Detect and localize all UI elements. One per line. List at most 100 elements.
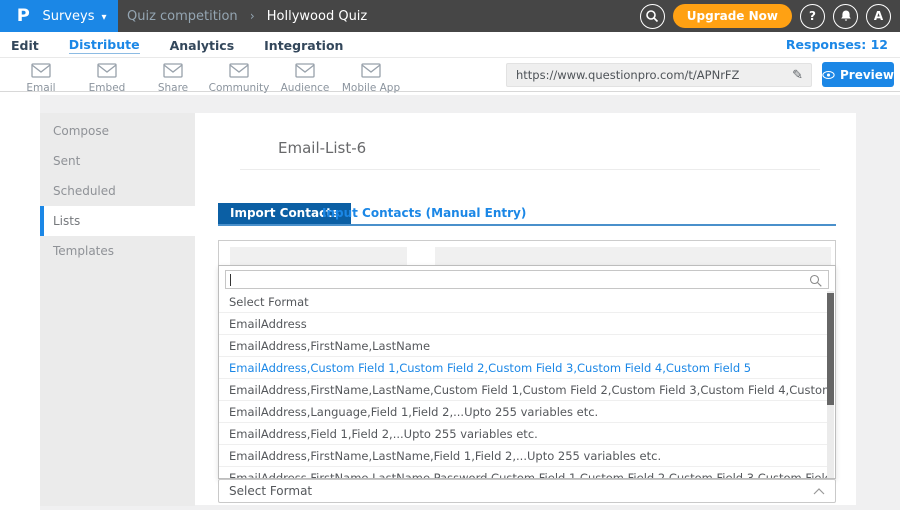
nav-tab[interactable]: Distribute [69,37,140,54]
format-option-label: EmailAddress [229,317,307,331]
nav-tab[interactable]: Integration [264,38,343,53]
format-option-label: EmailAddress,Language,Field 1,Field 2,..… [229,405,598,419]
channel-button[interactable]: Audience [272,58,338,94]
channel-label: Embed [89,82,126,94]
channel-button[interactable]: Community [206,58,272,94]
help-button[interactable]: ? [800,4,825,29]
format-option[interactable]: EmailAddress,FirstName,LastName,Custom F… [219,379,829,401]
topbar-actions: Upgrade Now ? A [640,0,891,32]
channel-icon [228,62,250,81]
search-button[interactable] [640,4,665,29]
scrollbar-thumb[interactable] [827,293,834,405]
format-option[interactable]: EmailAddress,FirstName,LastName [219,335,829,357]
breadcrumb: Quiz competition › Hollywood Quiz [127,0,367,32]
channel-label: Community [209,82,270,94]
page-title: Email-List-6 [278,139,366,157]
questionpro-logo-icon: P [17,6,30,26]
channel-icon [30,62,52,81]
nav-tab[interactable]: Edit [11,38,39,53]
sidebar-item[interactable]: Scheduled [40,176,195,206]
bell-icon [839,9,853,23]
sidebar-item[interactable]: Templates [40,236,195,266]
channel-button[interactable]: Share [140,58,206,94]
format-option-label: EmailAddress,Field 1,Field 2,...Upto 255… [229,427,538,441]
format-option[interactable]: EmailAddress,Custom Field 1,Custom Field… [219,357,829,379]
responses-count[interactable]: Responses: 12 [786,32,888,58]
dropdown-search-input[interactable] [225,270,829,289]
channel-label: Share [158,82,188,94]
breadcrumb-folder[interactable]: Quiz competition [127,9,238,24]
format-select-value: Select Format [219,484,813,498]
email-sidebar: Compose Sent Scheduled Lists Templates [40,113,195,506]
format-select[interactable]: Select Format [218,479,836,503]
nav-tab-label: Integration [264,38,343,53]
product-label: Surveys [42,9,94,24]
contacts-tabs: Import Contacts Input Contacts (Manual E… [218,203,836,224]
format-option[interactable]: EmailAddress,Field 1,Field 2,...Upto 255… [219,423,829,445]
eye-icon [822,70,835,80]
preview-button[interactable]: Preview [822,62,894,87]
channel-label: Audience [281,82,330,94]
sidebar-item[interactable]: Compose [40,116,195,146]
notifications-button[interactable] [833,4,858,29]
contacts-tab[interactable]: Input Contacts (Manual Entry) [322,203,526,224]
channel-icon [294,62,316,81]
format-option-label: EmailAddress,FirstName,LastName [229,339,430,353]
format-option[interactable]: EmailAddress,FirstName,LastName,Field 1,… [219,445,829,467]
distribute-toolbar: Email Embed Share [0,58,900,92]
sidebar-item-label: Lists [53,214,80,228]
search-icon [644,8,660,24]
channel-icon [360,62,382,81]
contacts-table [218,240,836,266]
channel-button[interactable]: Mobile App [338,58,404,94]
chevron-down-icon: ▾ [101,12,106,23]
channel-icon [162,62,184,81]
survey-url-value: https://www.questionpro.com/t/APNrFZ [507,68,784,82]
edit-pencil-icon[interactable]: ✎ [784,68,811,83]
chevron-up-icon [813,488,825,495]
sidebar-item-label: Templates [53,244,114,258]
format-option-label: Select Format [229,295,309,309]
channel-label: Mobile App [342,82,400,94]
upgrade-now-button[interactable]: Upgrade Now [673,4,792,28]
format-option[interactable]: Select Format [219,291,829,313]
format-option-label: EmailAddress,FirstName,LastName,Field 1,… [229,449,661,463]
table-header-cell [435,247,831,267]
sidebar-item[interactable]: Lists [40,206,195,236]
question-mark-icon: ? [809,9,816,23]
format-option[interactable]: EmailAddress,Language,Field 1,Field 2,..… [219,401,829,423]
channel-button[interactable]: Email [8,58,74,94]
nav-tab-label: Distribute [69,37,140,52]
nav-tab-label: Analytics [170,38,235,53]
sidebar-item-label: Scheduled [53,184,116,198]
format-option[interactable]: EmailAddress [219,313,829,335]
search-icon [809,274,823,288]
avatar[interactable]: A [866,4,891,29]
format-options-list: Select Format EmailAddress EmailAddress,… [219,291,829,479]
survey-nav: Edit Distribute Analytics Integration Re… [0,32,900,58]
avatar-initial: A [874,9,883,23]
title-divider [240,169,820,170]
sidebar-item[interactable]: Sent [40,146,195,176]
format-option-label: EmailAddress,FirstName,LastName,Custom F… [229,383,829,397]
top-bar: P Surveys ▾ Quiz competition › Hollywood… [0,0,900,32]
format-option[interactable]: EmailAddress,FirstName,LastName,Password… [219,467,829,479]
format-option-label: EmailAddress,FirstName,LastName,Password… [229,471,829,479]
nav-items: Edit Distribute Analytics Integration [11,32,900,58]
channel-button[interactable]: Embed [74,58,140,94]
channel-icon [96,62,118,81]
sidebar-item-label: Compose [53,124,109,138]
breadcrumb-separator: › [250,9,255,23]
preview-label: Preview [840,68,894,82]
contacts-tab-label: Input Contacts (Manual Entry) [322,206,526,220]
channel-label: Email [26,82,55,94]
surveys-menu[interactable]: P Surveys ▾ [0,0,118,32]
survey-url-field[interactable]: https://www.questionpro.com/t/APNrFZ ✎ [506,63,812,87]
format-dropdown-panel: Select Format EmailAddress EmailAddress,… [218,265,836,479]
nav-tab-label: Edit [11,38,39,53]
nav-tab[interactable]: Analytics [170,38,235,53]
sidebar-item-label: Sent [53,154,80,168]
tab-underline [218,224,836,226]
format-option-label: EmailAddress,Custom Field 1,Custom Field… [229,361,751,375]
table-header-cell [230,247,407,267]
